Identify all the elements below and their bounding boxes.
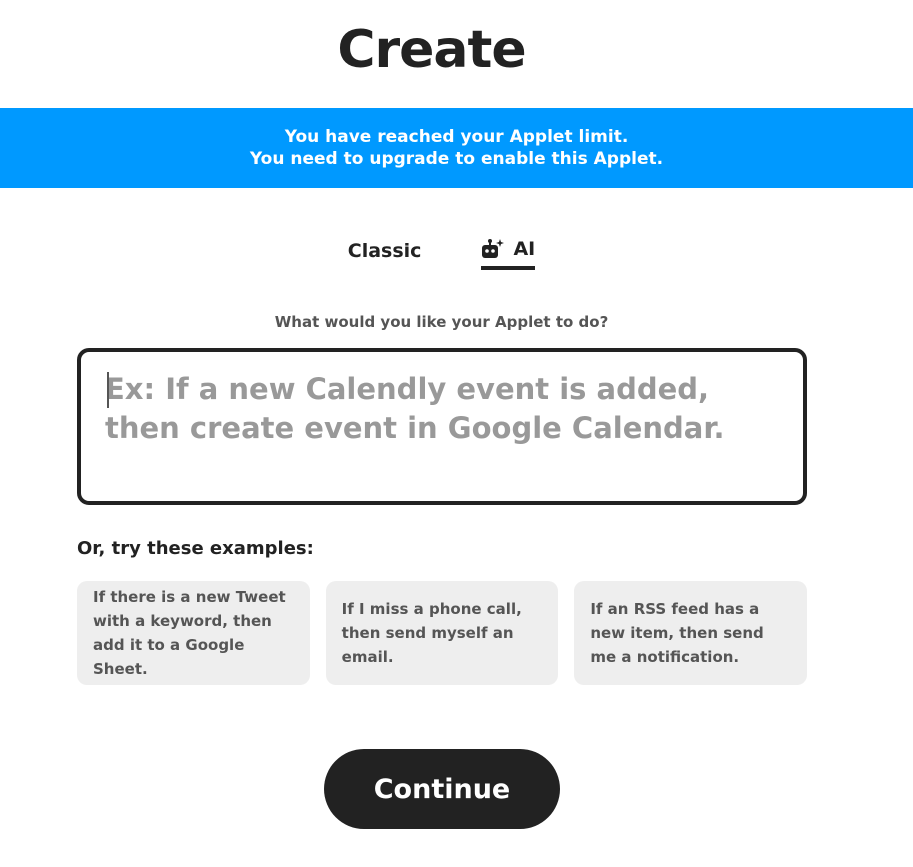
prompt-box: [77, 348, 807, 505]
create-page: Create You have reached your Applet limi…: [0, 0, 913, 867]
tab-ai[interactable]: AI: [481, 238, 536, 270]
tab-classic-label: Classic: [347, 240, 422, 262]
applet-prompt-input[interactable]: [105, 370, 785, 480]
examples-heading: Or, try these examples:: [77, 538, 314, 559]
banner-line-2: You need to upgrade to enable this Apple…: [249, 149, 664, 169]
robot-sparkle-icon: [481, 238, 505, 260]
example-text: If an RSS feed has a new item, then send…: [590, 600, 764, 666]
mode-tabs: Classic AI: [0, 238, 883, 270]
example-card-rss[interactable]: If an RSS feed has a new item, then send…: [574, 581, 808, 685]
tab-ai-label: AI: [513, 238, 536, 260]
prompt-label: What would you like your Applet to do?: [274, 313, 609, 331]
example-text: If there is a new Tweet with a keyword, …: [93, 588, 286, 678]
applet-limit-banner: You have reached your Applet limit. You …: [0, 108, 913, 188]
banner-line-1: You have reached your Applet limit.: [284, 127, 629, 147]
text-cursor: [107, 372, 109, 408]
examples-list: If there is a new Tweet with a keyword, …: [77, 581, 808, 685]
continue-button[interactable]: Continue: [324, 749, 560, 829]
example-card-tweet[interactable]: If there is a new Tweet with a keyword, …: [77, 581, 310, 685]
tab-classic[interactable]: Classic: [348, 238, 422, 270]
example-card-phone[interactable]: If I miss a phone call, then send myself…: [325, 581, 559, 685]
example-text: If I miss a phone call, then send myself…: [341, 600, 522, 666]
page-title: Create: [337, 20, 526, 80]
